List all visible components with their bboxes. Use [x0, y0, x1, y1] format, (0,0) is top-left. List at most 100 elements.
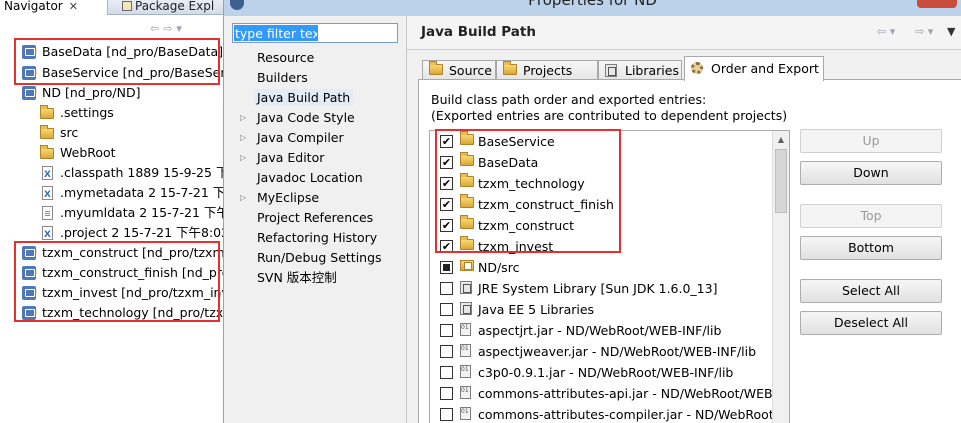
entry-label: tzxm_technology — [478, 176, 585, 191]
category-label: SVN 版本控制 — [257, 270, 337, 285]
entry-checkbox[interactable]: ✔ — [440, 135, 453, 148]
entry-checkbox[interactable]: ✔ — [440, 177, 453, 190]
dialog-titlebar[interactable]: Properties for ND — [224, 0, 961, 16]
list-item[interactable]: Java EE 5 Libraries — [430, 299, 773, 320]
category-refactoring-history[interactable]: Refactoring History — [232, 228, 380, 248]
select-all-button[interactable]: Select All — [800, 279, 942, 303]
tab-order-and-export[interactable]: Order and Export — [684, 56, 824, 81]
tab-projects[interactable]: Projects — [496, 60, 598, 81]
top-button[interactable]: Top — [800, 204, 942, 228]
list-item[interactable]: ND/src — [430, 257, 773, 278]
expand-arrow-icon[interactable]: ▷ — [240, 148, 246, 168]
tab-source[interactable]: Source — [422, 60, 496, 81]
project-folder-icon — [460, 173, 474, 187]
category-java-editor[interactable]: ▷ Java Editor — [232, 148, 327, 168]
back-arrow-icon[interactable]: ⇦ ▾ — [877, 25, 895, 38]
tree-item-label: .project 2 15-7-21 下午8:02 — [60, 225, 224, 240]
bottom-button[interactable]: Bottom — [800, 236, 942, 260]
category-java-build-path[interactable]: Java Build Path — [232, 88, 354, 108]
list-item[interactable]: JRE System Library [Sun JDK 1.6.0_13] — [430, 278, 773, 299]
tree-item-label: .mymetadata 2 15-7-21 下 — [60, 185, 224, 200]
list-item[interactable]: ✔ BaseService — [430, 131, 773, 152]
vertical-scrollbar[interactable]: ▲ — [772, 131, 789, 423]
filter-field[interactable] — [232, 23, 398, 43]
entry-label: commons-attributes-compiler.jar - ND/Web… — [478, 407, 790, 422]
pane-divider[interactable] — [406, 16, 407, 423]
entry-checkbox[interactable] — [440, 324, 453, 337]
view-menu-icon[interactable]: ▼ — [947, 25, 955, 38]
tab-libraries[interactable]: Libraries — [598, 60, 682, 81]
entry-checkbox[interactable] — [440, 261, 453, 274]
expand-arrow-icon[interactable]: ▷ — [240, 188, 246, 208]
close-icon[interactable]: ✕ — [69, 0, 78, 16]
category-javadoc-location[interactable]: Javadoc Location — [232, 168, 366, 188]
category-builders[interactable]: Builders — [232, 68, 311, 88]
category-run-debug-settings[interactable]: Run/Debug Settings — [232, 248, 385, 268]
list-item[interactable]: aspectjrt.jar - ND/WebRoot/WEB-INF/lib — [430, 320, 773, 341]
list-item[interactable]: commons-attributes-compiler.jar - ND/Web… — [430, 404, 789, 423]
project-folder-icon — [460, 194, 474, 208]
scroll-up-icon[interactable]: ▲ — [773, 131, 789, 148]
jar-icon — [460, 407, 471, 420]
project-icon — [22, 63, 37, 83]
up-button[interactable]: Up — [800, 129, 942, 153]
category-project-references[interactable]: Project References — [232, 208, 376, 228]
entry-checkbox[interactable] — [440, 408, 453, 421]
category-label: Run/Debug Settings — [257, 250, 382, 265]
list-item[interactable]: commons-attributes-api.jar - ND/WebRoot/… — [430, 383, 789, 404]
list-item[interactable]: ✔ tzxm_technology — [430, 173, 773, 194]
category-label: Builders — [257, 70, 308, 85]
list-item[interactable]: ✔ BaseData — [430, 152, 773, 173]
entry-checkbox[interactable] — [440, 282, 453, 295]
source-folder-icon — [460, 260, 474, 271]
expand-arrow-icon[interactable]: ▷ — [240, 108, 246, 128]
category-resource[interactable]: Resource — [232, 48, 317, 68]
entry-label: Java EE 5 Libraries — [478, 302, 595, 317]
entry-label: commons-attributes-api.jar - ND/WebRoot/… — [478, 386, 790, 401]
entry-checkbox[interactable] — [440, 303, 453, 316]
project-folder-icon — [460, 152, 474, 166]
entry-checkbox[interactable]: ✔ — [440, 240, 453, 253]
project-folder-icon — [460, 215, 474, 229]
window-close-icon[interactable] — [917, 0, 957, 8]
jar-icon — [460, 365, 471, 378]
entry-checkbox[interactable] — [440, 345, 453, 358]
tab-navigator[interactable]: Navigator ✕ — [0, 0, 108, 15]
tree-item-label: tzxm_construct [nd_pro/tzxm_ — [42, 245, 224, 260]
entry-checkbox[interactable]: ✔ — [440, 219, 453, 232]
category-java-code-style[interactable]: ▷ Java Code Style — [232, 108, 358, 128]
entry-checkbox[interactable]: ✔ — [440, 156, 453, 169]
library-icon — [460, 281, 472, 294]
tab-label: Source — [449, 63, 492, 78]
tree-item-label: tzxm_invest [nd_pro/tzxm_inve — [42, 285, 224, 300]
list-item[interactable]: aspectjweaver.jar - ND/WebRoot/WEB-INF/l… — [430, 341, 773, 362]
deselect-all-button[interactable]: Deselect All — [800, 311, 942, 335]
down-button[interactable]: Down — [800, 161, 942, 185]
folder-icon — [40, 145, 54, 159]
list-item[interactable]: ✔ tzxm_construct_finish — [430, 194, 773, 215]
category-label: Javadoc Location — [257, 170, 363, 185]
navigator-tab-bar: Navigator ✕ Package Expl — [0, 0, 223, 15]
jar-icon — [460, 323, 471, 336]
category-svn[interactable]: SVN 版本控制 — [232, 268, 340, 288]
category-label: Resource — [257, 50, 315, 65]
entry-checkbox[interactable] — [440, 387, 453, 400]
project-icon — [22, 283, 37, 303]
navigator-toolbar[interactable]: ⇦⇨▾ — [150, 22, 223, 36]
entry-checkbox[interactable]: ✔ — [440, 198, 453, 211]
classpath-entries-list[interactable]: ✔ BaseService ✔ BaseData ✔ tzxm_technolo… — [429, 130, 790, 423]
category-myeclipse[interactable]: ▷ MyEclipse — [232, 188, 322, 208]
filter-input[interactable] — [234, 25, 318, 41]
entry-checkbox[interactable] — [440, 366, 453, 379]
category-java-compiler[interactable]: ▷ Java Compiler — [232, 128, 347, 148]
scrollbar-thumb[interactable] — [775, 149, 787, 213]
list-item[interactable]: ✔ tzxm_construct — [430, 215, 773, 236]
expand-arrow-icon[interactable]: ▷ — [240, 128, 246, 148]
category-tree: Resource Builders Java Build Path ▷ Java … — [232, 48, 404, 423]
forward-arrow-icon[interactable]: ⇨ ▾ — [915, 25, 933, 38]
list-item[interactable]: c3p0-0.9.1.jar - ND/WebRoot/WEB-INF/lib — [430, 362, 773, 383]
tab-package-explorer[interactable]: Package Expl — [114, 0, 223, 15]
projects-folder-icon — [503, 61, 517, 75]
panel-description-note: (Exported entries are contributed to dep… — [431, 108, 788, 123]
list-item[interactable]: ✔ tzxm_invest — [430, 236, 773, 257]
